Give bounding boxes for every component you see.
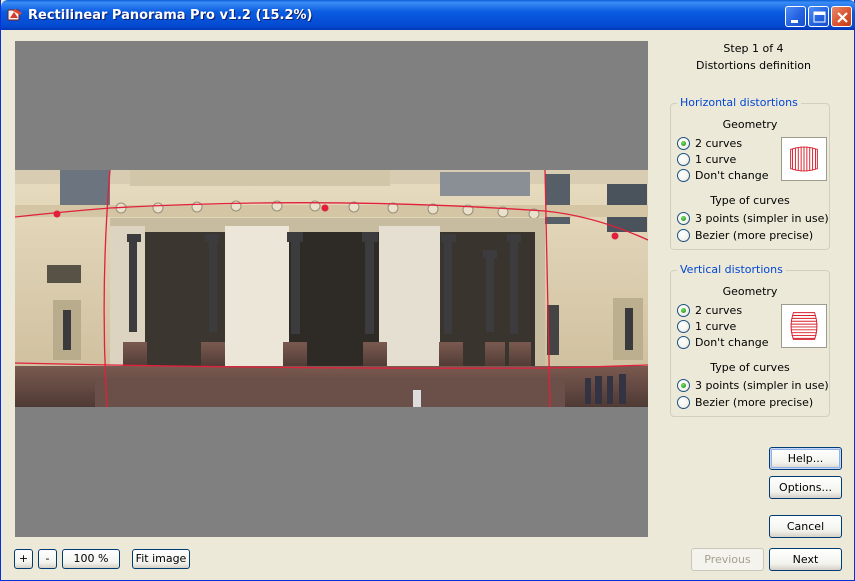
vertical-curves-bezier[interactable]: Bezier (more precise): [677, 395, 813, 410]
vertical-geometry-title: Geometry: [722, 285, 778, 298]
close-icon: [837, 12, 848, 23]
vertical-distortions-group: Vertical distortions Geometry 2 curves 1…: [670, 263, 830, 417]
minimize-button[interactable]: [785, 6, 806, 27]
radio-icon: [677, 396, 690, 409]
client-area: Step 1 of 4 Distortions definition Horiz…: [4, 30, 853, 578]
zoom-level-button[interactable]: 100 %: [62, 549, 120, 569]
radio-icon: [677, 229, 690, 242]
horizontal-curves-bezier[interactable]: Bezier (more precise): [677, 228, 813, 243]
minimize-icon: [791, 20, 798, 23]
image-preview[interactable]: [15, 41, 648, 537]
window-title: Rectilinear Panorama Pro v1.2 (15.2%): [28, 8, 313, 23]
horizontal-geometry-dont-change[interactable]: Don't change: [677, 168, 769, 183]
horizontal-curves-3-points[interactable]: 3 points (simpler in use): [677, 211, 829, 226]
close-button[interactable]: [831, 6, 852, 27]
zoom-in-button[interactable]: +: [14, 549, 33, 569]
vertical-geometry-2-curves[interactable]: 2 curves: [677, 303, 742, 318]
radio-icon: [677, 336, 690, 349]
maximize-button[interactable]: [808, 6, 829, 27]
zoom-out-button[interactable]: -: [38, 549, 57, 569]
horizontal-distortions-legend: Horizontal distortions: [677, 96, 801, 109]
help-button[interactable]: Help...: [769, 447, 842, 470]
app-icon: [7, 9, 22, 21]
fit-image-button[interactable]: Fit image: [132, 549, 190, 569]
options-button[interactable]: Options...: [769, 476, 842, 499]
panorama-image[interactable]: [15, 170, 648, 407]
vertical-geometry-1-curve[interactable]: 1 curve: [677, 319, 736, 334]
main-window: Rectilinear Panorama Pro v1.2 (15.2%) St…: [0, 0, 855, 581]
vertical-geometry-dont-change[interactable]: Don't change: [677, 335, 769, 350]
step-name: Distortions definition: [696, 59, 811, 72]
radio-selected-icon: [677, 304, 690, 317]
horizontal-distortions-group: Horizontal distortions Geometry 2 curves…: [670, 96, 830, 250]
horizontal-geometry-title: Geometry: [722, 118, 778, 131]
radio-icon: [677, 320, 690, 333]
horizontal-curves-title: Type of curves: [710, 194, 790, 207]
radio-icon: [677, 153, 690, 166]
previous-button[interactable]: Previous: [691, 548, 764, 571]
maximize-icon: [813, 11, 826, 23]
vertical-curves-title: Type of curves: [710, 361, 790, 374]
radio-icon: [677, 169, 690, 182]
vertical-distortions-legend: Vertical distortions: [677, 263, 786, 276]
radio-selected-icon: [677, 137, 690, 150]
radio-selected-icon: [677, 212, 690, 225]
next-button[interactable]: Next: [769, 548, 842, 571]
cancel-button[interactable]: Cancel: [769, 515, 842, 538]
vertical-geometry-preview-icon: [781, 304, 827, 348]
step-indicator: Step 1 of 4: [723, 42, 784, 55]
horizontal-geometry-2-curves[interactable]: 2 curves: [677, 136, 742, 151]
horizontal-geometry-1-curve[interactable]: 1 curve: [677, 152, 736, 167]
title-bar[interactable]: Rectilinear Panorama Pro v1.2 (15.2%): [1, 0, 855, 30]
vertical-curves-3-points[interactable]: 3 points (simpler in use): [677, 378, 829, 393]
radio-selected-icon: [677, 379, 690, 392]
horizontal-geometry-preview-icon: [781, 137, 827, 181]
